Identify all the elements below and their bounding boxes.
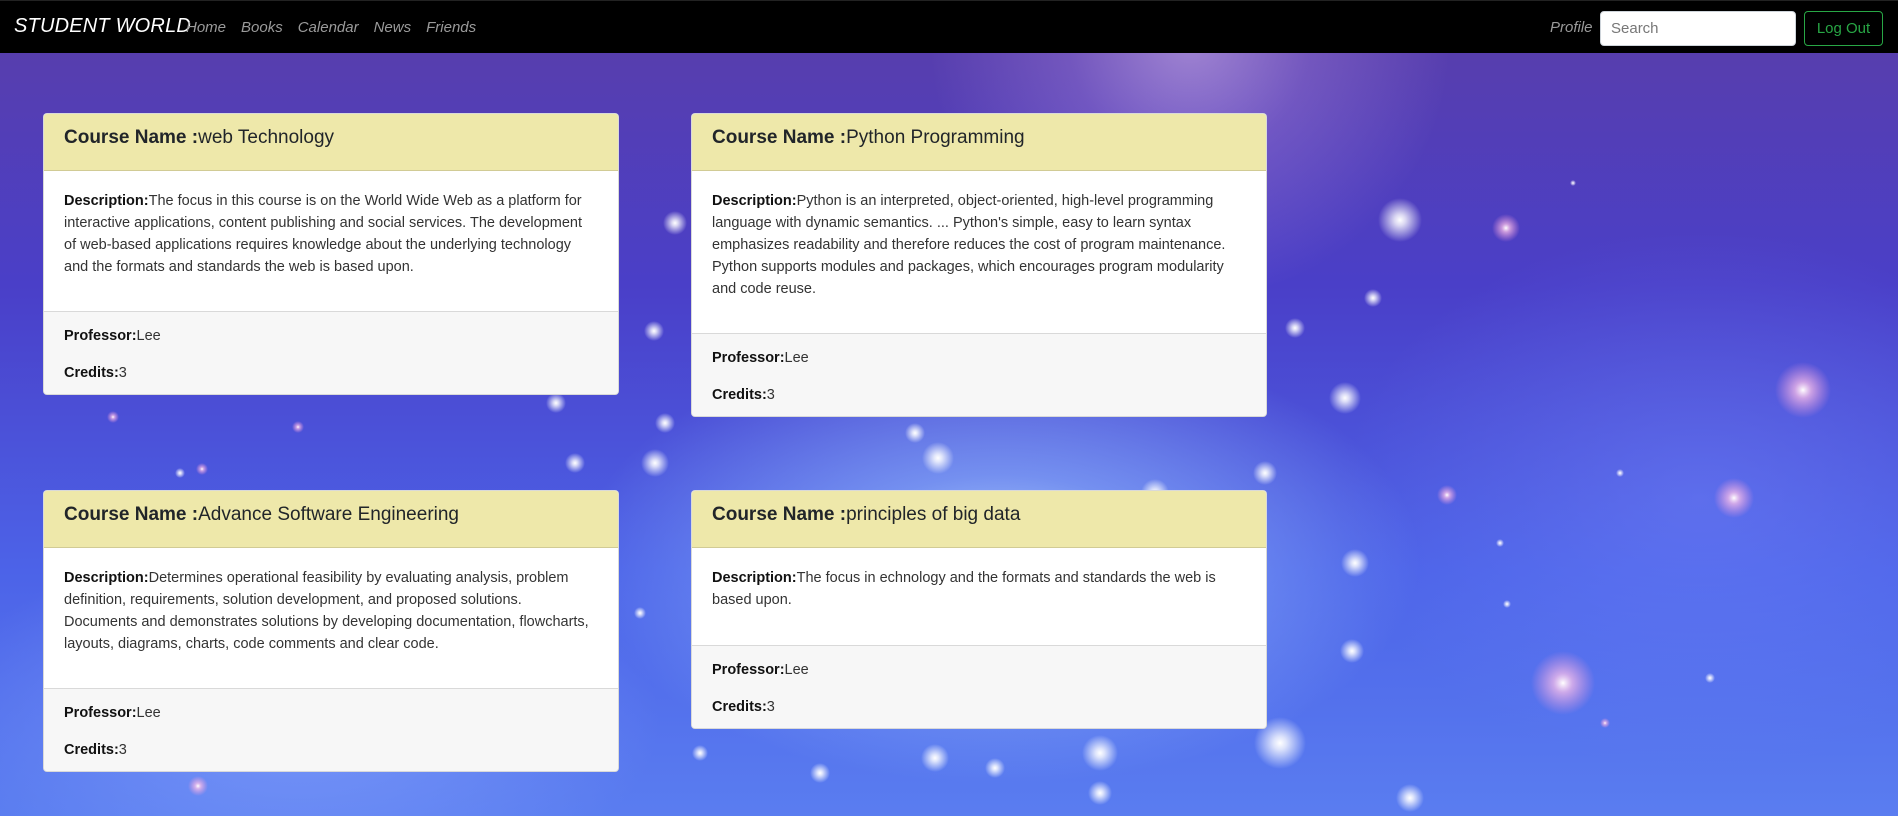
professor-label: Professor: [64,705,137,721]
credits-row: Credits:3 [64,362,598,394]
course-card-body: Description:The focus in echnology and t… [692,548,1266,645]
course-card: Course Name :principles of big data Desc… [691,490,1267,729]
credits-label: Credits: [64,742,119,758]
credits-value: 3 [118,742,127,758]
course-name: Advance Software Engineering [198,504,459,525]
course-card-header: Course Name :Advance Software Engineerin… [44,491,618,548]
course-name: Python Programming [846,127,1025,148]
professor-value: Lee [784,350,809,366]
description-label: Description: [712,570,797,586]
course-card-header: Course Name :Python Programming [692,114,1266,171]
course-card-footer: Professor:Lee Credits:3 [44,311,618,394]
course-name: principles of big data [846,504,1021,525]
credits-row: Credits:3 [64,739,598,771]
description-label: Description: [64,193,149,209]
course-name-label: Course Name : [64,127,199,148]
course-card-footer: Professor:Lee Credits:3 [692,645,1266,728]
course-card-header: Course Name :web Technology [44,114,618,171]
credits-label: Credits: [712,387,767,403]
description-label: Description: [64,570,149,586]
credits-row: Credits:3 [712,696,1246,728]
nav-links: Home Books Calendar News Friends [186,19,491,36]
professor-value: Lee [784,662,809,678]
professor-row: Professor:Lee [712,347,1246,384]
course-card-body: Description:Determines operational feasi… [44,548,618,688]
professor-label: Professor: [712,662,785,678]
description-label: Description: [712,193,797,209]
course-card-footer: Professor:Lee Credits:3 [692,333,1266,416]
professor-label: Professor: [712,350,785,366]
course-card: Course Name :web Technology Description:… [43,113,619,395]
course-card-body: Description:Python is an interpreted, ob… [692,171,1266,333]
professor-value: Lee [136,328,161,344]
nav-link-profile[interactable]: Profile [1550,19,1593,36]
credits-value: 3 [766,699,775,715]
course-card-body: Description:The focus in this course is … [44,171,618,311]
nav-link-calendar[interactable]: Calendar [298,19,359,36]
nav-link-books[interactable]: Books [241,19,283,36]
course-card: Course Name :Advance Software Engineerin… [43,490,619,772]
credits-label: Credits: [712,699,767,715]
course-name-label: Course Name : [712,504,847,525]
logout-button[interactable]: Log Out [1804,11,1883,46]
professor-label: Professor: [64,328,137,344]
credits-value: 3 [118,365,127,381]
course-name-label: Course Name : [64,504,199,525]
credits-value: 3 [766,387,775,403]
professor-row: Professor:Lee [64,702,598,739]
nav-link-home[interactable]: Home [186,19,226,36]
course-card: Course Name :Python Programming Descript… [691,113,1267,417]
nav-link-news[interactable]: News [374,19,412,36]
nav-link-friends[interactable]: Friends [426,19,476,36]
professor-value: Lee [136,705,161,721]
course-card-footer: Professor:Lee Credits:3 [44,688,618,771]
search-input[interactable] [1600,11,1796,46]
top-navbar: STUDENT WORLD Home Books Calendar News F… [0,0,1898,53]
brand-logo[interactable]: STUDENT WORLD [14,15,191,38]
professor-row: Professor:Lee [712,659,1246,696]
course-card-header: Course Name :principles of big data [692,491,1266,548]
course-name: web Technology [198,127,335,148]
course-name-label: Course Name : [712,127,847,148]
credits-row: Credits:3 [712,384,1246,416]
credits-label: Credits: [64,365,119,381]
professor-row: Professor:Lee [64,325,598,362]
